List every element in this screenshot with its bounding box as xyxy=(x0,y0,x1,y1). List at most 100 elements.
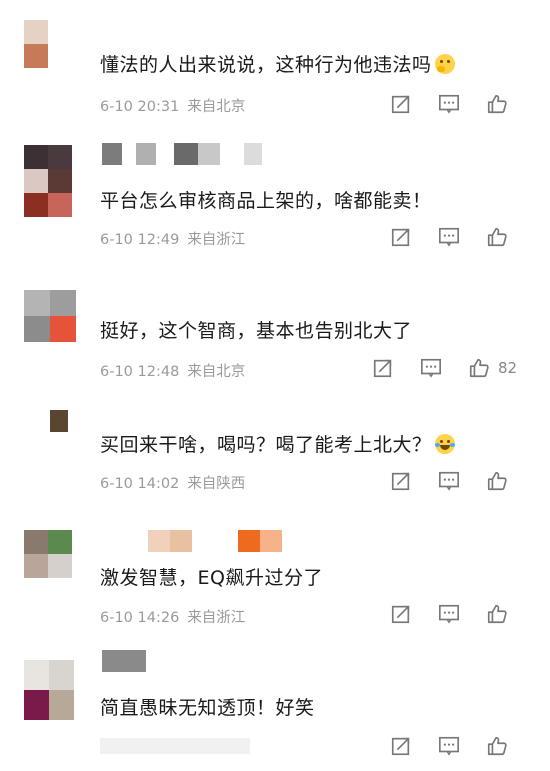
comment-time: 6-10 14:26 xyxy=(100,610,180,626)
like-button[interactable] xyxy=(468,357,492,381)
username-blurred[interactable] xyxy=(102,143,262,165)
reply-button[interactable] xyxy=(438,603,462,627)
like-button[interactable] xyxy=(486,226,510,250)
share-icon xyxy=(391,228,410,247)
like-icon xyxy=(487,471,507,491)
avatar-fragment xyxy=(50,410,68,432)
avatar-tile xyxy=(24,169,48,193)
comment-text: 激发智慧，EQ飙升过分了 xyxy=(100,567,323,589)
like-button[interactable] xyxy=(486,735,510,759)
avatar-tile xyxy=(24,690,49,720)
share-button[interactable] xyxy=(390,603,414,627)
avatar[interactable] xyxy=(24,145,72,217)
comment-actions: 82 xyxy=(372,357,550,381)
comment-meta: 6-10 14:02 来自陕西 xyxy=(100,472,245,493)
comment-meta: 6-10 14:26 来自浙江 xyxy=(100,606,245,627)
comment-text: 买回来干啥，喝吗？喝了能考上北大？ xyxy=(100,434,432,456)
comment-text-row: 平台怎么审核商品上架的，啥都能卖！ xyxy=(100,186,432,213)
comment-text-row: 懂法的人出来说说，这种行为他违法吗 xyxy=(100,50,455,77)
reply-button[interactable] xyxy=(438,226,462,250)
avatar-tile xyxy=(48,169,72,193)
comment-time: 6-10 12:48 xyxy=(100,364,180,380)
share-icon xyxy=(391,472,410,491)
reply-button[interactable] xyxy=(420,357,444,381)
comment-text-row: 激发智慧，EQ飙升过分了 xyxy=(100,563,323,590)
comment-actions xyxy=(390,93,550,117)
share-icon xyxy=(391,95,410,114)
comment-text-row: 挺好，这个智商，基本也告别北大了 xyxy=(100,316,412,343)
avatar-tile xyxy=(24,145,48,169)
avatar-tile xyxy=(24,290,50,316)
comment-actions xyxy=(390,735,550,759)
reply-icon xyxy=(439,227,459,247)
avatar-tile xyxy=(24,554,48,578)
comment-location: 来自陕西 xyxy=(187,476,246,492)
avatar-tile xyxy=(48,20,72,44)
comment-actions xyxy=(390,603,550,627)
thinking-face-icon xyxy=(434,54,455,74)
avatar[interactable] xyxy=(24,20,72,68)
avatar-tile xyxy=(24,660,49,690)
avatar-tile xyxy=(48,145,72,169)
avatar-tile xyxy=(24,530,48,554)
share-button[interactable] xyxy=(372,357,396,381)
avatar-tile xyxy=(24,432,48,456)
comment-time: 6-10 14:02 xyxy=(100,476,180,492)
share-button[interactable] xyxy=(390,226,414,250)
username-blurred[interactable] xyxy=(102,650,146,672)
avatar[interactable] xyxy=(24,660,74,720)
comment-location: 来自浙江 xyxy=(187,610,246,626)
share-icon xyxy=(391,737,410,756)
reply-icon xyxy=(421,358,441,378)
comment-text: 简直愚昧无知透顶！好笑 xyxy=(100,697,315,719)
share-button[interactable] xyxy=(390,470,414,494)
share-icon xyxy=(373,359,392,378)
share-icon xyxy=(391,605,410,624)
like-count: 82 xyxy=(498,359,518,377)
reply-button[interactable] xyxy=(438,470,462,494)
avatar-tile xyxy=(48,44,72,68)
comment-text: 平台怎么审核商品上架的，啥都能卖！ xyxy=(100,190,432,212)
comment-text-row: 简直愚昧无知透顶！好笑 xyxy=(100,693,315,720)
comment-time: 6-10 12:49 xyxy=(100,232,180,248)
like-icon xyxy=(469,358,489,378)
comment-location: 来自北京 xyxy=(187,99,246,115)
reply-icon xyxy=(439,471,459,491)
avatar-tile xyxy=(50,290,76,316)
comment-meta: 6-10 12:49 来自浙江 xyxy=(100,228,245,249)
comment-location: 来自浙江 xyxy=(187,232,246,248)
reply-icon xyxy=(439,94,459,114)
username-blurred[interactable] xyxy=(148,530,282,552)
avatar[interactable] xyxy=(24,530,72,578)
avatar-tile xyxy=(24,20,48,44)
avatar-tile xyxy=(24,316,50,342)
share-button[interactable] xyxy=(390,735,414,759)
like-button[interactable] xyxy=(486,470,510,494)
like-button[interactable] xyxy=(486,93,510,117)
comment-text-row: 买回来干啥，喝吗？喝了能考上北大？ xyxy=(100,430,455,457)
avatar-tile xyxy=(48,530,72,554)
avatar[interactable] xyxy=(24,290,76,342)
like-icon xyxy=(487,736,507,756)
reply-icon xyxy=(439,604,459,624)
like-icon xyxy=(487,227,507,247)
reply-button[interactable] xyxy=(438,735,462,759)
like-button[interactable] xyxy=(486,603,510,627)
reply-button[interactable] xyxy=(438,93,462,117)
avatar-tile xyxy=(49,690,74,720)
share-button[interactable] xyxy=(390,93,414,117)
comment-time: 6-10 20:31 xyxy=(100,99,180,115)
avatar-tile xyxy=(49,660,74,690)
avatar-tile xyxy=(48,432,72,456)
avatar-tile xyxy=(48,554,72,578)
comment-meta: 6-10 12:48 来自北京 xyxy=(100,360,245,381)
comment-text: 懂法的人出来说说，这种行为他违法吗 xyxy=(100,54,432,76)
comment-location: 来自北京 xyxy=(187,364,246,380)
meta-blurred xyxy=(100,738,250,754)
comment-text: 挺好，这个智商，基本也告别北大了 xyxy=(100,320,413,342)
comment-meta: 6-10 20:31 来自北京 xyxy=(100,95,245,116)
avatar-tile xyxy=(24,193,48,217)
like-icon xyxy=(487,604,507,624)
avatar-tile xyxy=(24,44,48,68)
avatar-tile xyxy=(50,316,76,342)
